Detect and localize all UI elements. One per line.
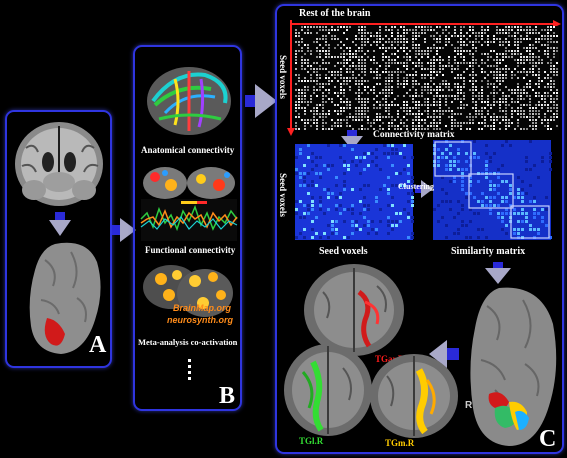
neurosynth-text: neurosynth.org	[167, 315, 234, 325]
r-hemisphere-label: R	[465, 400, 473, 411]
red-arrow-vertical	[287, 20, 295, 136]
panel-a: A	[5, 110, 112, 368]
tgl-tract-brain	[284, 344, 372, 436]
seed-voxels-bottom-label: Seed voxels	[319, 246, 368, 257]
panel-b: Anatomical connectivity Functional conne…	[133, 45, 242, 411]
coronal-brain-slice	[15, 122, 103, 206]
clustering-label: Clustering	[398, 182, 434, 191]
anatomical-connectivity-label: Anatomical connectivity	[141, 145, 235, 155]
rest-of-brain-label: Rest of the brain	[299, 8, 371, 19]
tgm-label: TGm.R	[385, 438, 415, 448]
brainmap-text: BrainMap.org	[173, 303, 232, 313]
functional-connectivity-label: Functional connectivity	[145, 245, 236, 255]
ellipsis-dots	[188, 359, 191, 380]
tgl-label: TGl.R	[299, 436, 324, 446]
tractography-image	[147, 67, 231, 135]
down-arrow-icon	[49, 212, 71, 236]
seed-voxels-vertical-mid: Seed voxels	[277, 173, 288, 217]
connectivity-matrix-label: Connectivity matrix	[373, 130, 455, 140]
time-series-plot	[140, 199, 238, 241]
similarity-matrix-label: Similarity matrix	[451, 246, 526, 257]
panel-a-letter: A	[89, 332, 107, 358]
panel-b-letter: B	[219, 383, 236, 409]
similarity-matrix	[433, 140, 552, 240]
connectivity-blue-matrix	[295, 144, 414, 240]
tgm-tract-brain	[370, 354, 458, 438]
down-arrow-icon	[485, 262, 511, 284]
connectivity-raw-matrix	[295, 26, 559, 130]
right-arrow-icon	[245, 84, 277, 118]
panel-c: Rest of the brain Seed voxels Connectivi…	[275, 4, 564, 454]
panel-c-letter: C	[539, 426, 557, 452]
seed-voxels-vertical-top: Seed voxels	[277, 55, 288, 99]
meta-analysis-label: Meta-analysis co-activation	[138, 337, 238, 347]
functional-brain-maps	[143, 167, 235, 199]
